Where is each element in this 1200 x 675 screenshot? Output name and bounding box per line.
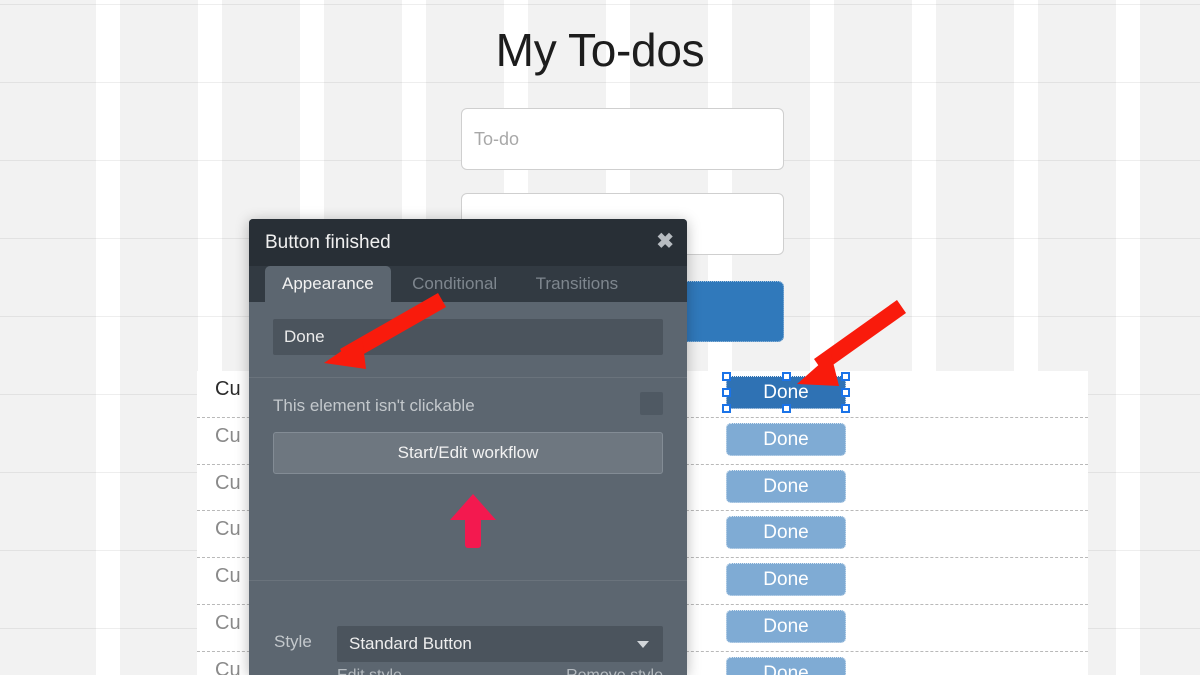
clickable-checkbox[interactable] — [640, 392, 663, 415]
start-edit-workflow-button[interactable]: Start/Edit workflow — [273, 432, 663, 474]
done-button-selected[interactable]: Done — [722, 372, 850, 413]
style-dropdown[interactable]: Standard Button — [337, 626, 663, 662]
resize-handle-bottom-right[interactable] — [841, 404, 850, 413]
editor-canvas: My To-dos To-do Cu Done Cu Done Cu Done … — [0, 0, 1200, 675]
todo-input[interactable]: To-do — [461, 108, 784, 170]
resize-handle-bottom-center[interactable] — [781, 404, 791, 413]
selection-handles — [722, 372, 850, 413]
row-label: Cu — [215, 658, 241, 675]
done-button-label: Done — [763, 615, 809, 637]
divider — [249, 580, 687, 581]
resize-handle-middle-left[interactable] — [722, 388, 731, 397]
tab-transitions[interactable]: Transitions — [519, 266, 636, 302]
chevron-down-icon — [637, 641, 649, 648]
element-name-input[interactable]: Done — [273, 319, 663, 355]
row-label: Cu — [215, 471, 241, 494]
done-button[interactable]: Done — [726, 469, 846, 503]
clickable-label: This element isn't clickable — [273, 396, 475, 415]
resize-handle-top-right[interactable] — [841, 372, 850, 381]
resize-handle-bottom-left[interactable] — [722, 404, 731, 413]
done-button-label: Done — [763, 569, 809, 591]
edit-style-link[interactable]: Edit style — [337, 667, 402, 675]
done-button[interactable]: Done — [726, 656, 846, 675]
resize-handle-top-left[interactable] — [722, 372, 731, 381]
done-button-label: Done — [763, 475, 809, 497]
done-button[interactable]: Done — [726, 563, 846, 597]
tab-conditional[interactable]: Conditional — [395, 266, 514, 302]
row-label: Cu — [215, 565, 241, 588]
tab-appearance[interactable]: Appearance — [265, 266, 391, 302]
done-button-label: Done — [763, 522, 809, 544]
done-button-label: Done — [763, 428, 809, 450]
close-icon[interactable]: ✖ — [656, 230, 674, 254]
style-selected-value: Standard Button — [349, 634, 472, 653]
done-button[interactable]: Done — [726, 516, 846, 550]
row-label: Cu — [215, 378, 241, 400]
done-button-label: Done — [763, 662, 809, 675]
page-title: My To-dos — [495, 24, 705, 76]
clickable-row: This element isn't clickable — [273, 392, 663, 420]
row-label: Cu — [215, 518, 241, 541]
resize-handle-top-center[interactable] — [781, 372, 791, 381]
panel-tabs: Appearance Conditional Transitions — [249, 266, 687, 302]
panel-header: Button finished ✖ — [249, 219, 687, 266]
done-button[interactable]: Done — [726, 422, 846, 456]
style-label: Style — [274, 632, 312, 651]
remove-style-link[interactable]: Remove style — [566, 667, 663, 675]
element-name-value: Done — [284, 327, 325, 346]
divider — [249, 377, 687, 378]
resize-handle-middle-right[interactable] — [841, 388, 850, 397]
row-label: Cu — [215, 424, 241, 447]
row-label: Cu — [215, 611, 241, 634]
panel-title: Button finished — [265, 232, 391, 253]
done-button[interactable]: Done — [726, 609, 846, 643]
start-edit-workflow-label: Start/Edit workflow — [397, 443, 539, 462]
property-editor-panel: Button finished ✖ Appearance Conditional… — [249, 219, 687, 675]
todo-input-placeholder: To-do — [474, 129, 520, 149]
panel-body: Done This element isn't clickable Start/… — [249, 302, 687, 675]
